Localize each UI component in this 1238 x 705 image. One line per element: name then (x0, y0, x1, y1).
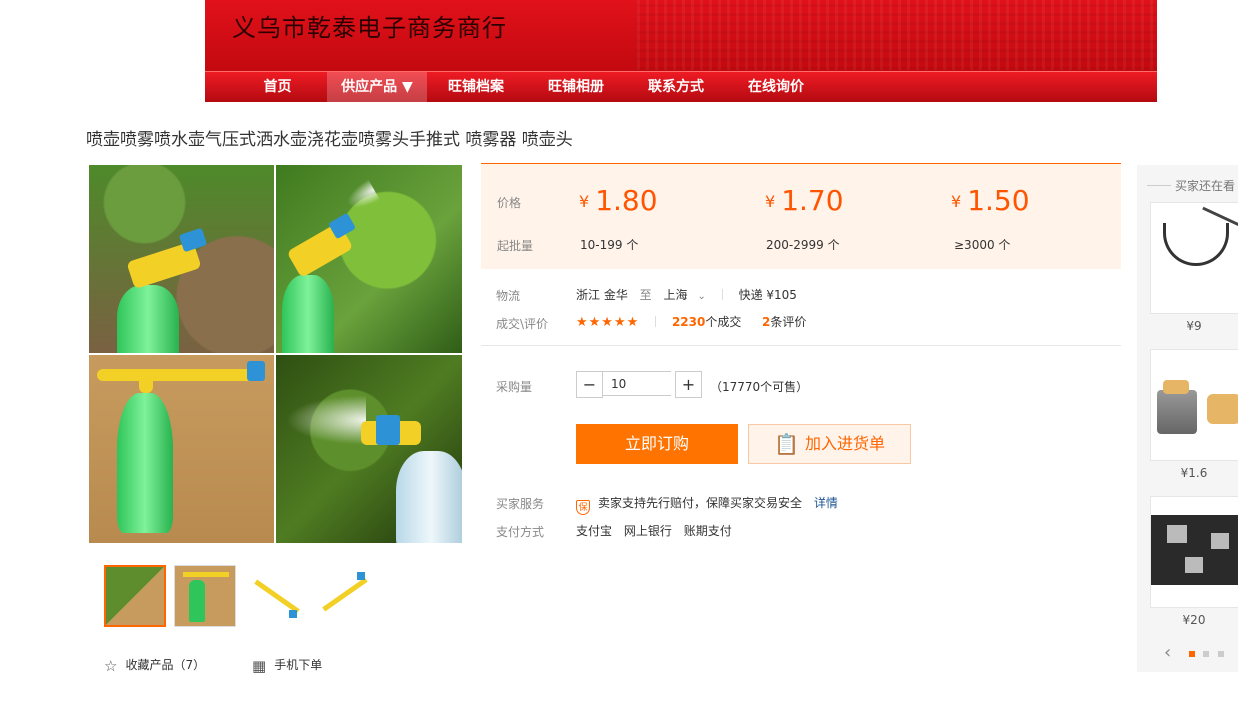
shop-name: 义乌市乾泰电子商务商行 (232, 14, 507, 42)
shipping-fee: 快递 ¥105 (738, 288, 797, 302)
price-tier-2: ¥1.70 (765, 184, 844, 217)
ship-from: 浙江 金华 (576, 288, 628, 302)
carousel-dot[interactable] (1218, 651, 1224, 657)
deals-label: 成交\评价 (496, 317, 549, 331)
payment-label: 支付方式 (496, 525, 545, 539)
payment-credit: 账期支付 (683, 524, 732, 538)
clipboard-icon: 📋 (774, 432, 799, 456)
service-row: 保卖家支持先行赔付，保障买家交易安全 详情 (576, 494, 838, 515)
batch-label: 起批量 (497, 239, 534, 253)
logistics-row: 浙江 金华 至 上海 ⌄ 快递 ¥105 (576, 288, 797, 302)
recommend-rail: 买家还在看 ¥9 ¥1.6 ¥20 (1137, 165, 1238, 672)
decrease-button[interactable]: − (576, 371, 603, 398)
nav-home[interactable]: 首页 (250, 72, 305, 102)
carousel-dot[interactable] (1203, 651, 1209, 657)
service-details-link[interactable]: 详情 (814, 496, 838, 510)
payment-alipay: 支付宝 (576, 524, 613, 538)
rail-product[interactable] (1150, 496, 1238, 608)
image-tile (276, 165, 462, 353)
rail-product[interactable] (1150, 202, 1238, 314)
nav-products[interactable]: 供应产品 ▼ (327, 72, 427, 102)
batch-tier-1: 10-199 个 (580, 238, 639, 252)
thumbnail[interactable] (244, 565, 306, 627)
shield-icon: 保 (576, 500, 590, 515)
price-tier-3: ¥1.50 (951, 184, 1030, 217)
rating-stars: ★★★★★ (576, 315, 640, 330)
stock-available: （17770个可售） (710, 380, 809, 394)
batch-tier-2: 200-2999 个 (766, 238, 840, 252)
service-label: 买家服务 (496, 497, 545, 511)
header-pattern (637, 0, 1157, 70)
rail-product[interactable] (1150, 349, 1238, 461)
price-tier-1: ¥1.80 (579, 184, 658, 217)
payment-bank: 网上银行 (623, 524, 672, 538)
favorite-link[interactable]: ☆ 收藏产品（7） (104, 656, 205, 675)
batch-tier-3: ≥3000 个 (954, 238, 1011, 252)
price-panel: 价格 起批量 ¥1.80 ¥1.70 ¥1.50 10-199 个 200-29… (481, 163, 1121, 269)
qr-code-icon: ▦ (252, 657, 267, 675)
thumbnail[interactable] (314, 565, 376, 627)
carousel-dot[interactable] (1189, 651, 1195, 657)
rail-price: ¥1.6 (1180, 466, 1208, 480)
chevron-down-icon: ⌄ (697, 291, 706, 302)
quantity-label: 采购量 (496, 380, 533, 394)
product-main-image[interactable] (89, 165, 462, 543)
image-tile (89, 355, 274, 543)
price-label: 价格 (497, 196, 522, 210)
payment-methods: 支付宝 网上银行 账期支付 (576, 522, 732, 539)
rail-price: ¥20 (1182, 613, 1206, 627)
deals-row: ★★★★★ 2230个成交 2条评价 (576, 313, 806, 330)
nav-album[interactable]: 旺铺相册 (537, 72, 615, 102)
divider (481, 345, 1121, 346)
shop-header: 义乌市乾泰电子商务商行 首页 供应产品 ▼ 旺铺档案 旺铺相册 联系方式 在线询… (205, 0, 1157, 102)
buy-now-button[interactable]: 立即订购 (576, 424, 738, 464)
quantity-input[interactable]: 10 (603, 371, 671, 396)
deal-count[interactable]: 2230个成交 (672, 315, 741, 329)
thumbnail[interactable] (174, 565, 236, 627)
product-title: 喷壶喷雾喷水壶气压式洒水壶浇花壶喷雾头手推式 喷雾器 喷壶头 (86, 130, 573, 150)
image-tile (89, 165, 274, 353)
rail-price: ¥9 (1186, 319, 1202, 333)
logistics-label: 物流 (496, 289, 521, 303)
image-tile (276, 355, 462, 543)
rail-title: 买家还在看 (1147, 177, 1235, 194)
nav-contact[interactable]: 联系方式 (637, 72, 715, 102)
mobile-order-link[interactable]: ▦ 手机下单 (252, 656, 322, 675)
ship-to-select[interactable]: 上海 ⌄ (664, 288, 706, 302)
star-outline-icon: ☆ (104, 657, 118, 675)
arrow-left-icon[interactable]: ‹ (1164, 642, 1171, 663)
increase-button[interactable]: + (675, 371, 702, 398)
nav-inquiry[interactable]: 在线询价 (737, 72, 815, 102)
add-to-list-button[interactable]: 📋 加入进货单 (748, 424, 911, 464)
review-count[interactable]: 2条评价 (762, 315, 806, 329)
thumbnail[interactable] (104, 565, 166, 627)
nav-profile[interactable]: 旺铺档案 (437, 72, 515, 102)
shop-nav: 首页 供应产品 ▼ 旺铺档案 旺铺相册 联系方式 在线询价 (205, 71, 1157, 102)
